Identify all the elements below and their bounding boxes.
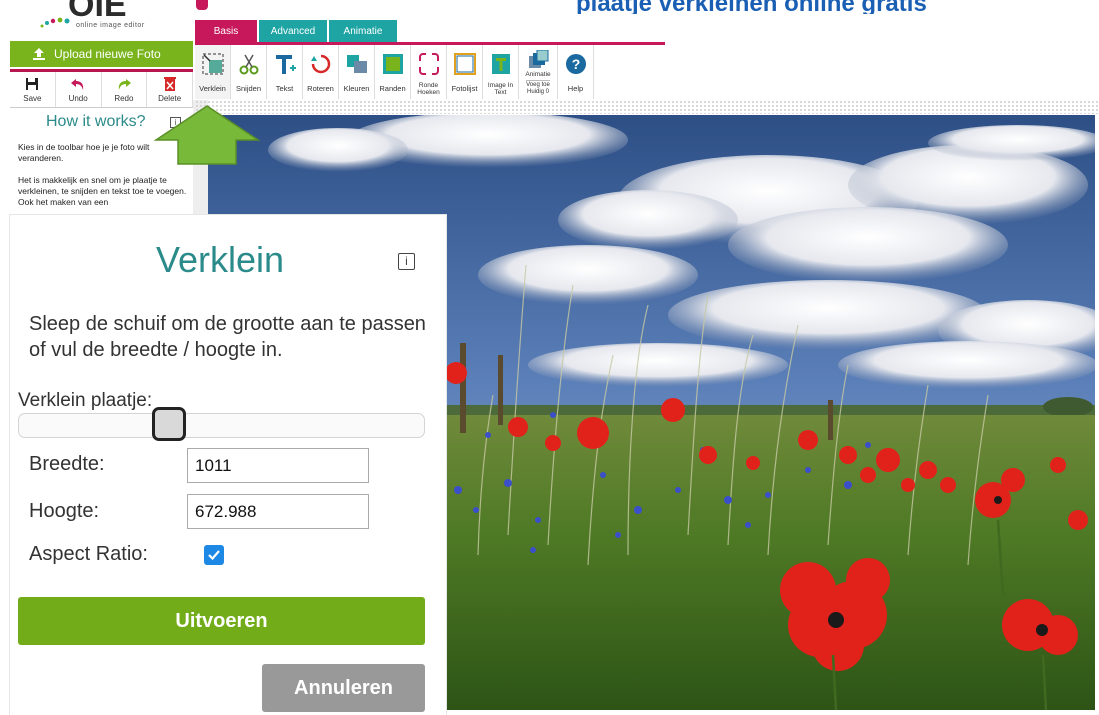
resize-slider-thumb[interactable]: [151, 407, 186, 441]
tool-imagetext-label: Image In Text: [488, 82, 513, 96]
tool-randen[interactable]: Randen: [375, 45, 411, 99]
tool-animatie[interactable]: Animatie Voeg toe Huidig 0: [519, 45, 558, 99]
resize-slider-label: Verklein plaatje:: [18, 390, 153, 411]
colors-icon: [346, 55, 367, 73]
tool-help[interactable]: ? Help: [558, 45, 594, 99]
tool-verklein[interactable]: Verklein: [195, 45, 231, 99]
aspect-ratio-checkbox[interactable]: [204, 545, 224, 565]
upload-label: Upload nieuwe Foto: [54, 47, 161, 61]
save-icon: [26, 78, 39, 90]
tool-help-label: Help: [567, 84, 584, 93]
delete-icon: [163, 77, 176, 91]
panel-title: Verklein: [155, 239, 285, 280]
aspect-ratio-label: Aspect Ratio:: [29, 543, 148, 565]
svg-text:?: ?: [571, 56, 580, 72]
tab-animatie[interactable]: Animatie: [329, 20, 397, 42]
how-it-works-title: How it works?: [46, 113, 146, 130]
tool-verklein-label: Verklein: [199, 84, 226, 93]
redo-icon: [118, 79, 131, 90]
height-input[interactable]: 672.988: [187, 494, 369, 529]
width-input[interactable]: 1011: [187, 448, 369, 483]
tool-imagetext-label-1: Image In: [487, 82, 514, 89]
width-label: Breedte:: [29, 453, 105, 475]
rounded-corners-icon: [418, 53, 439, 75]
logo[interactable]: OIE online image editor: [10, 0, 195, 38]
header-accent: [196, 0, 208, 10]
undo-label: Undo: [68, 94, 88, 103]
tab-bar: Basis Advanced Animatie: [195, 20, 600, 42]
image-in-text-icon: [491, 54, 510, 74]
resize-slider-track[interactable]: [18, 413, 425, 438]
edit-tools: Save Undo Redo Delete: [10, 72, 193, 108]
how-paragraph-2: Het is makkelijk en snel om je plaatje t…: [18, 175, 187, 207]
tool-randen-label: Randen: [379, 84, 406, 93]
tool-image-in-text[interactable]: Image In Text: [483, 45, 519, 99]
tab-basis[interactable]: Basis: [195, 20, 257, 42]
redo-button[interactable]: Redo: [102, 72, 148, 107]
hint-arrow-icon: [153, 105, 261, 165]
tool-toolbar: Verklein Snijden Tekst Roteren Kleuren R…: [195, 42, 665, 99]
tool-animatie-label-2: Huidig 0: [526, 89, 549, 95]
rotate-icon: [310, 54, 330, 74]
save-button[interactable]: Save: [10, 72, 56, 107]
tool-ronde-label: Ronde Hoeken: [417, 82, 439, 96]
tool-animatie-top-label: Animatie: [525, 71, 551, 78]
save-label: Save: [23, 94, 42, 103]
tool-snijden-label: Snijden: [235, 84, 262, 93]
header-strip: plaatje verkleinen online gratis: [196, 0, 1099, 14]
tool-fotolijst[interactable]: Fotolijst: [447, 45, 483, 99]
scissors-icon: [239, 54, 258, 75]
help-icon: ?: [565, 54, 586, 74]
tool-imagetext-label-2: Text: [494, 89, 507, 96]
delete-label: Delete: [158, 94, 182, 103]
redo-label: Redo: [114, 94, 134, 103]
tab-advanced[interactable]: Advanced: [259, 20, 327, 42]
tool-animatie-label-1: Voeg toe: [526, 82, 550, 88]
height-label: Hoogte:: [29, 500, 100, 522]
tool-kleuren-label: Kleuren: [343, 84, 370, 93]
resize-panel: Verklein i Sleep de schuif om de grootte…: [10, 215, 446, 715]
text-icon: [275, 55, 296, 74]
borders-icon: [382, 54, 403, 74]
app-root: plaatje verkleinen online gratis OIE onl…: [0, 0, 1099, 715]
tool-tekst-label: Tekst: [275, 84, 294, 93]
tool-ronde-label-2: Hoeken: [417, 89, 440, 96]
tool-roteren-label: Roteren: [307, 84, 334, 93]
cancel-button[interactable]: Annuleren: [262, 664, 425, 712]
undo-button[interactable]: Undo: [56, 72, 102, 107]
logo-dots-icon: [40, 17, 70, 28]
page-title: plaatje verkleinen online gratis: [576, 0, 927, 14]
tool-animatie-sub: Voeg toe Huidig 0: [526, 80, 550, 96]
upload-new-photo-button[interactable]: Upload nieuwe Foto: [10, 41, 193, 67]
checkmark-icon: [208, 550, 220, 561]
run-button[interactable]: Uitvoeren: [18, 597, 425, 645]
delete-button[interactable]: Delete: [147, 72, 193, 107]
resize-icon: [202, 53, 223, 75]
canvas-border: [195, 100, 1099, 114]
tool-ronde-hoeken[interactable]: Ronde Hoeken: [411, 45, 447, 99]
animation-icon: [529, 50, 549, 68]
tool-kleuren[interactable]: Kleuren: [339, 45, 375, 99]
undo-icon: [71, 79, 84, 90]
tool-roteren[interactable]: Roteren: [303, 45, 339, 99]
frame-icon: [453, 53, 476, 75]
tool-ronde-label-1: Ronde: [418, 82, 439, 89]
panel-description: Sleep de schuif om de grootte aan te pas…: [29, 313, 426, 361]
tool-snijden[interactable]: Snijden: [231, 45, 267, 99]
tool-fotolijst-label: Fotolijst: [451, 84, 478, 93]
panel-info-icon[interactable]: i: [398, 253, 415, 270]
upload-icon: [33, 48, 45, 60]
tool-tekst[interactable]: Tekst: [267, 45, 303, 99]
logo-tagline: online image editor: [76, 22, 145, 29]
